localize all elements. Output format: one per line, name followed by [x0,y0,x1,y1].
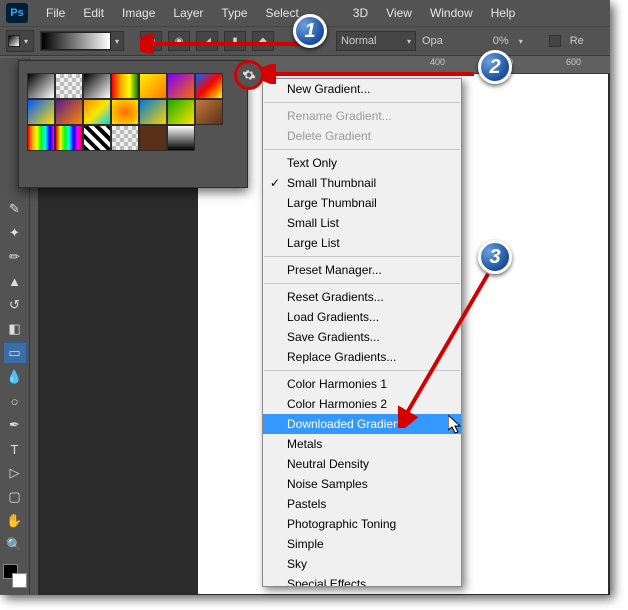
menu-edit[interactable]: Edit [75,3,112,23]
blur-tool[interactable]: 💧 [3,366,27,388]
gradient-picker-panel [18,60,248,188]
menu-image[interactable]: Image [114,3,163,23]
gradient-swatch[interactable] [55,73,83,99]
menu-pastels[interactable]: Pastels [263,494,461,514]
gradient-swatch[interactable] [195,99,223,125]
gradient-swatch[interactable] [83,125,111,151]
foreground-background-colors[interactable] [3,564,27,588]
gradient-swatch[interactable] [111,125,139,151]
gradient-swatch[interactable] [167,125,195,151]
hand-tool[interactable]: ✋ [3,510,27,532]
ruler-tick: 600 [566,57,581,67]
menu-large-thumbnail[interactable]: Large Thumbnail [263,193,461,213]
menu-small-thumbnail[interactable]: Small Thumbnail [263,173,461,193]
app-window: Ps File Edit Image Layer Type Select 3D … [0,0,610,595]
reverse-label: Re [570,35,584,47]
menu-special-effects[interactable]: Special Effects [263,574,461,586]
annotation-arrow-2 [262,64,482,84]
menu-large-list[interactable]: Large List [263,233,461,253]
photoshop-logo: Ps [6,3,28,23]
menu-neutral-density[interactable]: Neutral Density [263,454,461,474]
menu-layer[interactable]: Layer [165,3,211,23]
annotation-badge-2: 2 [478,50,512,84]
menu-type[interactable]: Type [213,3,255,23]
tool-preset-picker[interactable]: ▾ [6,30,34,52]
menu-rename-gradient: Rename Gradient... [263,106,461,126]
eyedropper-tool[interactable]: ✎ [3,198,27,220]
reverse-checkbox[interactable] [549,35,561,47]
gradient-preview [41,32,111,50]
gradient-swatch[interactable] [111,99,139,125]
eraser-tool[interactable]: ◧ [3,318,27,340]
gradient-swatch[interactable] [195,73,223,99]
opacity-label: Opa [422,35,443,47]
path-selection-tool[interactable]: ▷ [3,462,27,484]
type-tool[interactable]: T [3,438,27,460]
blend-mode-label: Normal [341,35,376,47]
opacity-value-tail: 0% [493,35,509,47]
gradient-swatch[interactable] [83,99,111,125]
menu-separator [264,256,460,257]
menu-simple[interactable]: Simple [263,534,461,554]
menu-photographic-toning[interactable]: Photographic Toning [263,514,461,534]
menu-metals[interactable]: Metals [263,434,461,454]
menu-noise-samples[interactable]: Noise Samples [263,474,461,494]
brush-tool[interactable]: ✏ [3,246,27,268]
healing-brush-tool[interactable]: ✦ [3,222,27,244]
menu-small-list[interactable]: Small List [263,213,461,233]
gradient-swatch[interactable] [139,125,167,151]
gradient-preview-dropdown[interactable]: ▾ [40,31,124,51]
gradient-swatch[interactable] [111,73,139,99]
menu-text-only[interactable]: Text Only [263,153,461,173]
mouse-cursor-icon [448,415,464,435]
rectangle-tool[interactable]: ▢ [3,486,27,508]
gear-icon[interactable] [234,60,264,90]
chevron-down-icon: ▾ [111,37,123,46]
history-brush-tool[interactable]: ↺ [3,294,27,316]
menu-sky[interactable]: Sky [263,554,461,574]
menu-delete-gradient: Delete Gradient [263,126,461,146]
clone-stamp-tool[interactable]: ▲ [3,270,27,292]
zoom-tool[interactable]: 🔍 [3,534,27,556]
gradient-swatch[interactable] [55,99,83,125]
annotation-arrow-3 [398,268,498,428]
gradient-swatch[interactable] [27,99,55,125]
gradient-swatch[interactable] [167,99,195,125]
menu-3d[interactable]: 3D [345,3,376,23]
gradient-tool[interactable]: ▭ [3,342,27,364]
menu-help[interactable]: Help [483,3,524,23]
annotation-badge-1: 1 [293,14,327,48]
menu-view[interactable]: View [378,3,420,23]
gradient-swatch[interactable] [27,125,55,151]
gradient-swatch[interactable] [139,73,167,99]
gradient-swatch-grid [27,73,239,151]
annotation-badge-3: 3 [478,240,512,274]
gradient-swatch[interactable] [167,73,195,99]
annotation-arrow-1 [140,34,310,54]
pen-tool[interactable]: ✒ [3,414,27,436]
gradient-swatch[interactable] [139,99,167,125]
menu-separator [264,149,460,150]
gradient-swatch[interactable] [83,73,111,99]
gradient-swatch[interactable] [27,73,55,99]
blend-mode-select[interactable]: Normal▾ [336,31,416,51]
gradient-swatch[interactable] [55,125,83,151]
menu-separator [264,102,460,103]
dodge-tool[interactable]: ○ [3,390,27,412]
menu-window[interactable]: Window [422,3,481,23]
menu-file[interactable]: File [38,3,73,23]
